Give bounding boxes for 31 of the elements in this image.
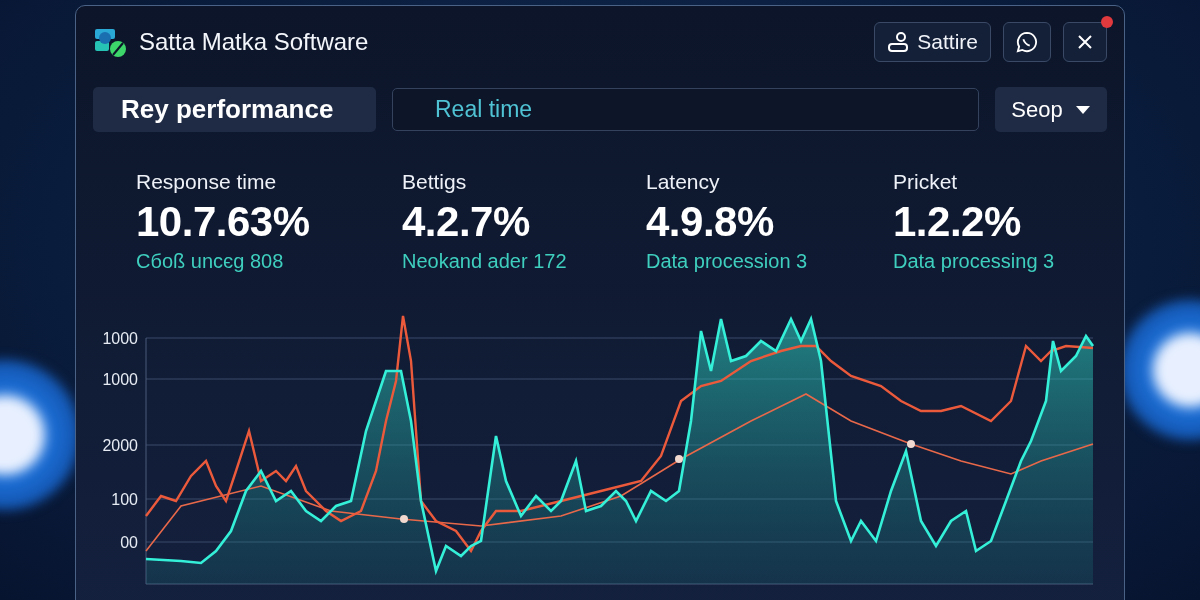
account-button[interactable]: Sattire: [874, 22, 991, 62]
stat-value: 4.2.7%: [402, 198, 530, 246]
chart-point: [400, 515, 408, 523]
stat-detail: Cбoß uncєg 808: [136, 250, 284, 273]
range-field[interactable]: Real time: [392, 88, 979, 131]
stat-detail: Data processing 3: [893, 250, 1055, 273]
stat-label: Latency: [646, 170, 720, 194]
stat-label: Response time: [136, 170, 277, 194]
chart-point: [907, 440, 915, 448]
stat-detail: Neokand ader 172: [402, 250, 567, 273]
chat-button[interactable]: [1003, 22, 1051, 62]
axis-label: 100: [111, 491, 138, 508]
close-icon: [1076, 33, 1094, 51]
window-title: Satta Matka Software: [139, 28, 370, 56]
axis-label: 2000: [102, 437, 138, 454]
axis-label: 00: [120, 534, 138, 551]
axis-label: 1000: [102, 371, 138, 388]
close-button[interactable]: [1063, 22, 1107, 62]
chat-icon: [1016, 31, 1038, 53]
dropdown[interactable]: Seop: [995, 87, 1107, 132]
chart-point: [675, 455, 683, 463]
stat-value: 1.2.2%: [893, 198, 1021, 246]
view-button[interactable]: Rey performance: [93, 87, 376, 132]
stat-value: 4.9.8%: [646, 198, 774, 246]
axis-label: 1000: [102, 330, 138, 347]
stat-label: Pricket: [893, 170, 958, 194]
stat-value: 10.7.63%: [136, 198, 310, 246]
stat-detail: Data procession 3: [646, 250, 808, 273]
user-icon: [887, 31, 910, 53]
caret-icon: [1074, 104, 1091, 115]
stat-label: Bettigs: [402, 170, 467, 194]
